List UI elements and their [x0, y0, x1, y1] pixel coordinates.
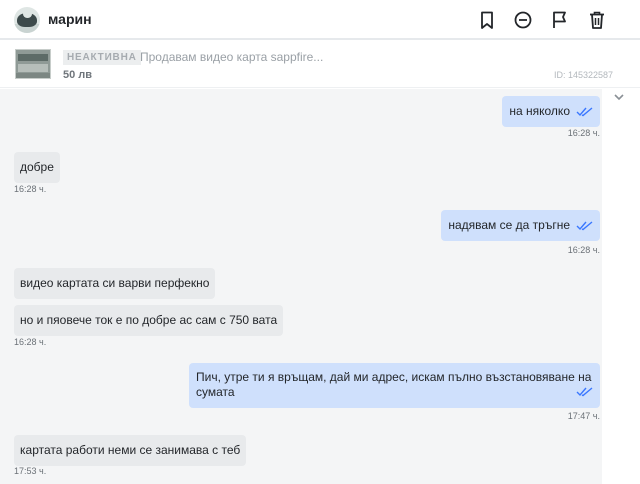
trash-icon[interactable] — [586, 9, 608, 31]
message-bubble-outgoing[interactable]: надявам се да тръгне — [441, 210, 600, 241]
listing-thumbnail[interactable] — [15, 49, 51, 79]
listing-bar[interactable]: НЕАКТИВНА Продавам видео карта sappfire.… — [0, 42, 640, 88]
message-text: но и пяовече ток е по добре ас сам с 750… — [20, 313, 278, 327]
message-text: добре — [20, 160, 54, 174]
message-timestamp: 17:47 ч. — [567, 411, 600, 421]
message-timestamp: 16:28 ч. — [14, 184, 47, 194]
flag-icon[interactable] — [549, 9, 571, 31]
message-text: на няколко — [509, 104, 570, 118]
message-text: Пич, утре ти я връщам, дай ми адрес, иск… — [196, 370, 592, 399]
user-avatar[interactable] — [14, 7, 40, 33]
message-bubble-incoming[interactable]: добре — [14, 152, 60, 183]
message-text: картата работи неми се занимава с теб — [20, 443, 241, 457]
message-timestamp: 16:28 ч. — [14, 337, 47, 347]
message-text: надявам се да тръгне — [448, 218, 570, 232]
message-bubble-outgoing[interactable]: на няколко — [502, 96, 600, 127]
message-bubble-incoming[interactable]: видео картата си варви перфекно — [14, 268, 216, 299]
bookmark-icon[interactable] — [476, 9, 498, 31]
read-receipt-icon — [576, 107, 593, 117]
scrollbar[interactable] — [602, 89, 640, 484]
listing-title[interactable]: Продавам видео карта sappfire... — [140, 50, 323, 65]
chat-header: марин — [0, 0, 640, 40]
read-receipt-icon — [576, 221, 593, 231]
username[interactable]: марин — [48, 11, 92, 27]
message-bubble-incoming[interactable]: но и пяовече ток е по добре ас сам с 750… — [14, 305, 284, 336]
message-text: видео картата си варви перфекно — [20, 276, 210, 290]
message-timestamp: 16:28 ч. — [567, 245, 600, 255]
listing-id: ID: 145322587 — [553, 70, 613, 80]
message-bubble-incoming[interactable]: картата работи неми се занимава с теб — [14, 435, 247, 466]
read-receipt-icon — [576, 387, 593, 397]
block-icon[interactable] — [512, 9, 534, 31]
chevron-down-icon[interactable] — [612, 92, 626, 102]
message-timestamp: 16:28 ч. — [567, 128, 600, 138]
status-badge: НЕАКТИВНА — [63, 50, 141, 65]
listing-price: 50 лв — [63, 69, 93, 81]
message-bubble-outgoing[interactable]: Пич, утре ти я връщам, дай ми адрес, иск… — [189, 363, 600, 408]
message-timestamp: 17:53 ч. — [14, 466, 47, 476]
